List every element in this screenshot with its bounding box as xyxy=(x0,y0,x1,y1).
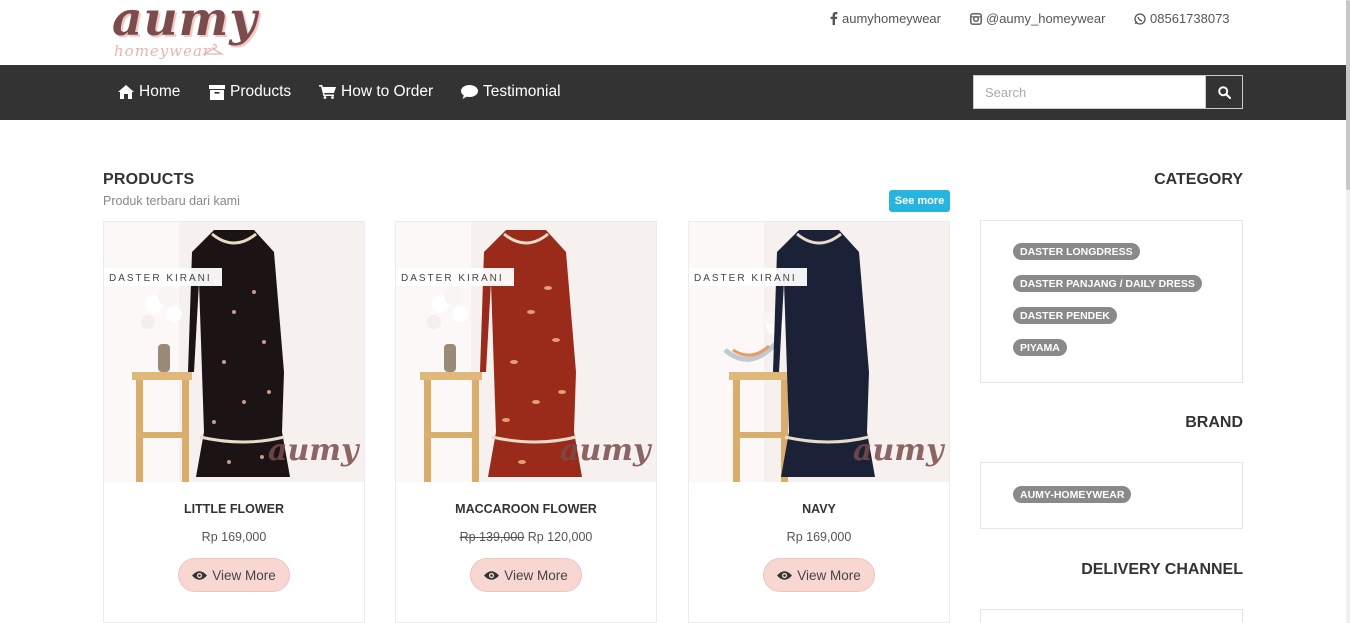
archive-icon xyxy=(209,84,225,100)
product-card: DASTER KIRANI aumy LITTLE FLOWER Rp 169,… xyxy=(103,221,365,623)
product-photo: DASTER KIRANI aumy xyxy=(689,222,949,482)
category-tag[interactable]: DASTER PANJANG / DAILY DRESS xyxy=(1013,275,1202,292)
view-more-button[interactable]: View More xyxy=(470,558,582,592)
product-old-price: Rp 139,000 xyxy=(459,530,525,544)
product-price: Rp 139,000 Rp 120,000 xyxy=(396,530,656,544)
product-image[interactable]: DASTER KIRANI aumy xyxy=(689,222,949,482)
product-name[interactable]: NAVY xyxy=(689,502,949,516)
instagram-link[interactable]: @aumy_homeywear xyxy=(970,11,1105,26)
search-icon xyxy=(1217,85,1231,99)
product-photo: DASTER KIRANI aumy xyxy=(104,222,364,482)
product-current-price: Rp 120,000 xyxy=(527,530,593,544)
category-tag[interactable]: PIYAMA xyxy=(1013,339,1067,356)
brand-heading: BRAND xyxy=(1185,414,1243,431)
search-form xyxy=(973,75,1243,109)
facebook-icon xyxy=(830,12,838,25)
home-icon xyxy=(118,85,134,99)
view-more-label: View More xyxy=(212,567,276,583)
eye-icon xyxy=(484,570,500,580)
facebook-handle: aumyhomeywear xyxy=(842,11,941,26)
eye-icon xyxy=(777,570,793,580)
image-label-text: DASTER KIRANI xyxy=(109,273,212,284)
image-label-text: DASTER KIRANI xyxy=(401,273,504,284)
category-box: DASTER LONGDRESS DASTER PANJANG / DAILY … xyxy=(980,220,1243,383)
cart-icon xyxy=(319,85,336,99)
search-button[interactable] xyxy=(1205,75,1243,109)
main-navbar: Home Products How to Order Testimonial xyxy=(0,65,1350,120)
nav-item-testimonial[interactable]: Testimonial xyxy=(461,81,561,103)
aumy-logo[interactable]: aumy homeywear xyxy=(110,0,265,64)
nav-testimonial-label: Testimonial xyxy=(483,83,561,100)
instagram-handle: @aumy_homeywear xyxy=(986,11,1106,26)
brand-box: AUMY-HOMEYWEAR xyxy=(980,462,1243,529)
product-price: Rp 169,000 xyxy=(104,530,364,544)
logo-sub-text: homeywear xyxy=(114,42,212,60)
comment-icon xyxy=(461,85,478,99)
nav-products-label: Products xyxy=(230,83,292,100)
delivery-channel-box xyxy=(980,609,1243,623)
facebook-link[interactable]: aumyhomeywear xyxy=(830,11,941,26)
view-more-button[interactable]: View More xyxy=(178,558,290,592)
top-header: aumy homeywear aumyhomeywear @aumy_homey… xyxy=(0,0,1350,65)
product-price: Rp 169,000 xyxy=(689,530,949,544)
image-watermark: aumy xyxy=(268,433,361,468)
view-more-button[interactable]: View More xyxy=(763,558,875,592)
logo-main-text: aumy xyxy=(112,0,258,47)
hanger-icon xyxy=(202,44,224,55)
product-name[interactable]: LITTLE FLOWER xyxy=(104,502,364,516)
brand-tag[interactable]: AUMY-HOMEYWEAR xyxy=(1013,486,1132,503)
page-scrollbar[interactable] xyxy=(1346,0,1350,623)
nav-item-how-to-order[interactable]: How to Order xyxy=(319,81,433,103)
nav-how-to-order-label: How to Order xyxy=(341,83,434,100)
product-card: DASTER KIRANI aumy MACCAROON FLOWER Rp 1… xyxy=(395,221,657,623)
whatsapp-link[interactable]: 08561738073 xyxy=(1134,11,1230,26)
product-image[interactable]: DASTER KIRANI aumy xyxy=(104,222,364,482)
view-more-label: View More xyxy=(504,567,568,583)
instagram-icon xyxy=(970,12,982,25)
category-tag[interactable]: DASTER PENDEK xyxy=(1013,307,1117,324)
delivery-channel-heading: DELIVERY CHANNEL xyxy=(1081,561,1243,578)
product-card: DASTER KIRANI aumy NAVY Rp 169,000 View … xyxy=(688,221,950,623)
see-more-button[interactable]: See more xyxy=(889,190,950,212)
category-heading: CATEGORY xyxy=(1154,171,1243,188)
nav-item-products[interactable]: Products xyxy=(209,81,291,103)
product-current-price: Rp 169,000 xyxy=(201,530,267,544)
product-photo: DASTER KIRANI aumy xyxy=(396,222,656,482)
view-more-label: View More xyxy=(797,567,861,583)
image-watermark: aumy xyxy=(560,433,653,468)
nav-item-home[interactable]: Home xyxy=(118,81,180,103)
category-tag[interactable]: DASTER LONGDRESS xyxy=(1013,243,1140,260)
product-image[interactable]: DASTER KIRANI aumy xyxy=(396,222,656,482)
search-input[interactable] xyxy=(973,75,1205,109)
products-subtitle: Produk terbaru dari kami xyxy=(103,194,240,208)
image-watermark: aumy xyxy=(853,433,946,468)
eye-icon xyxy=(192,570,208,580)
product-current-price: Rp 169,000 xyxy=(786,530,852,544)
whatsapp-icon xyxy=(1134,12,1146,25)
image-label-text: DASTER KIRANI xyxy=(694,273,797,284)
products-heading: PRODUCTS xyxy=(103,171,195,188)
nav-home-label: Home xyxy=(139,83,181,100)
product-name[interactable]: MACCAROON FLOWER xyxy=(396,502,656,516)
scrollbar-thumb[interactable] xyxy=(1346,0,1350,190)
whatsapp-number: 08561738073 xyxy=(1150,11,1230,26)
